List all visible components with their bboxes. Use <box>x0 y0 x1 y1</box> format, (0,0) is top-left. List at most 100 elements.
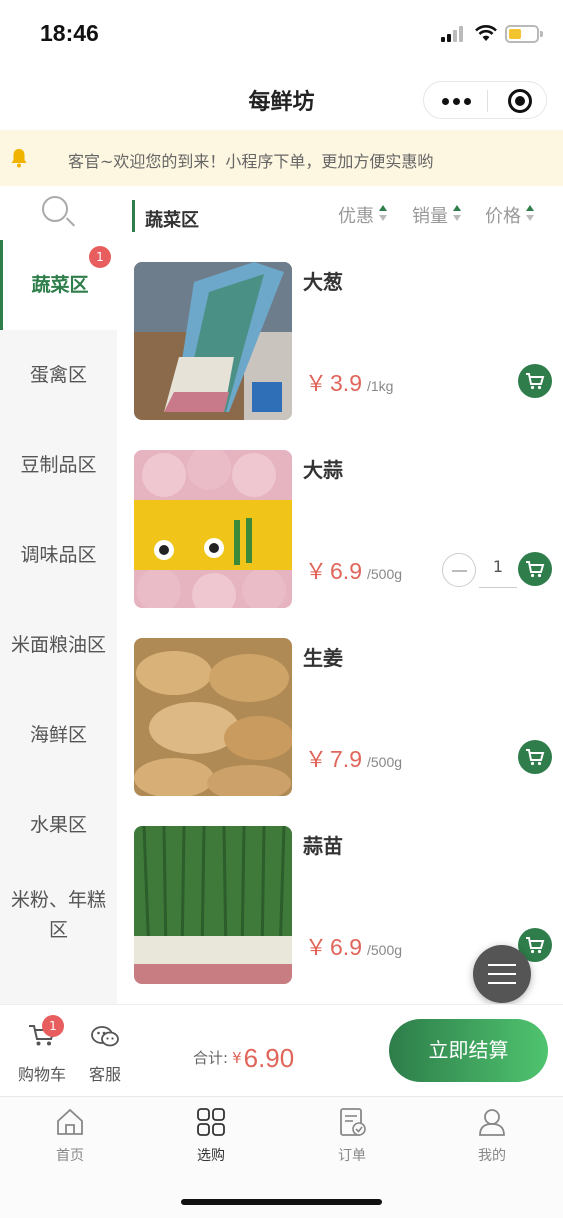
close-target-icon[interactable] <box>508 89 532 113</box>
order-icon <box>340 1108 366 1136</box>
capsule-menu <box>423 81 547 119</box>
currency-symbol: ￥ <box>305 371 328 396</box>
section-title: 蔬菜区 <box>145 210 199 231</box>
price-value: 6.9 <box>330 934 362 960</box>
tab-profile[interactable]: 我的 <box>452 1107 532 1167</box>
sidebar-item-label: 蛋禽区 <box>29 364 87 386</box>
tab-orders[interactable]: 订单 <box>312 1107 392 1167</box>
status-bar: 18:46 <box>0 0 563 68</box>
tab-home[interactable]: 首页 <box>30 1107 110 1167</box>
cart-plus-icon <box>526 373 545 390</box>
currency-symbol: ￥ <box>305 935 328 960</box>
currency-symbol: ￥ <box>305 747 328 772</box>
sort-discount[interactable]: 优惠 <box>338 202 387 228</box>
product-price: ￥ 6.9/500g <box>305 554 402 586</box>
capsule-divider <box>487 90 488 112</box>
grid-icon <box>197 1108 225 1136</box>
sidebar-item-label: 海鲜区 <box>29 724 87 746</box>
tab-label: 订单 <box>338 1148 366 1164</box>
order-total: 合计: ¥6.90 <box>193 1039 295 1073</box>
menu-icon <box>488 964 516 966</box>
product-card[interactable]: 大蒜 ￥ 6.9/500g 1 <box>117 434 563 622</box>
sort-price[interactable]: 价格 <box>485 202 534 228</box>
total-currency: ¥ <box>232 1049 242 1067</box>
sidebar-item-condiments[interactable]: 调味品区 <box>0 510 117 600</box>
section-marker <box>132 200 135 232</box>
cart-plus-icon <box>526 561 545 578</box>
price-unit: /500g <box>367 566 403 582</box>
sidebar-item-label: 蔬菜区 <box>31 274 89 296</box>
signal-icon <box>441 26 467 42</box>
total-label: 合计: <box>193 1049 229 1067</box>
cart-plus-icon <box>526 749 545 766</box>
sidebar-item-label: 米面粮油区 <box>10 634 106 656</box>
product-name: 蒜苗 <box>303 834 343 858</box>
product-card[interactable]: 大葱 ￥ 3.9/1kg <box>117 246 563 434</box>
list-header: 蔬菜区 优惠 销量 价格 <box>117 186 563 246</box>
cart-plus-icon <box>526 937 545 954</box>
product-card[interactable]: 生姜 ￥ 7.9/500g <box>117 622 563 810</box>
status-time: 18:46 <box>40 20 99 46</box>
product-price: ￥ 6.9/500g <box>305 930 402 962</box>
sidebar-item-label: 调味品区 <box>20 544 97 566</box>
tab-label: 选购 <box>197 1148 225 1164</box>
sidebar-item-grain-oil[interactable]: 米面粮油区 <box>0 600 117 690</box>
sort-arrows-icon <box>379 205 387 223</box>
sidebar-item-label: 豆制品区 <box>20 454 97 476</box>
search-icon <box>42 196 68 222</box>
checkout-bar: 1 购物车 客服 合计: ¥6.90 立即结算 <box>0 1004 563 1096</box>
sidebar-item-rice-noodle[interactable]: 米粉、年糕区 <box>0 870 117 960</box>
decrease-quantity-button[interactable] <box>442 553 476 587</box>
product-name: 大葱 <box>303 270 343 294</box>
cart-badge: 1 <box>42 1015 64 1037</box>
home-icon <box>57 1108 83 1135</box>
wifi-icon <box>474 24 498 42</box>
sidebar-item-label: 水果区 <box>29 814 87 836</box>
bell-icon <box>11 149 27 168</box>
sidebar-item-soy[interactable]: 豆制品区 <box>0 420 117 510</box>
user-icon <box>479 1109 505 1136</box>
sidebar-item-vegetables[interactable]: 蔬菜区 1 <box>0 240 117 330</box>
product-image-ginger[interactable] <box>134 638 292 796</box>
product-image-garlic-sprout[interactable] <box>134 826 292 984</box>
sidebar-item-fruit[interactable]: 水果区 <box>0 780 117 870</box>
nav-bar: 每鲜坊 <box>0 68 563 130</box>
add-to-cart-button[interactable] <box>518 552 552 586</box>
sidebar-search[interactable] <box>0 186 117 240</box>
cart-button[interactable]: 1 购物车 <box>14 1015 70 1085</box>
price-unit: /500g <box>367 942 403 958</box>
category-badge: 1 <box>89 246 111 268</box>
sort-sales[interactable]: 销量 <box>412 202 461 228</box>
tab-shop[interactable]: 选购 <box>171 1107 251 1167</box>
checkout-button[interactable]: 立即结算 <box>389 1019 548 1082</box>
home-indicator <box>181 1199 382 1205</box>
category-sidebar: 蔬菜区 1 蛋禽区 豆制品区 调味品区 米面粮油区 海鲜区 水果区 米粉、年糕区 <box>0 186 117 1004</box>
notice-bar: 客官~欢迎您的到来！小程序下单，更加方便实惠哟 <box>0 130 563 186</box>
tab-label: 首页 <box>56 1148 84 1164</box>
tab-label: 我的 <box>478 1148 506 1164</box>
sort-label: 价格 <box>485 206 521 227</box>
customer-service-button[interactable]: 客服 <box>80 1023 130 1085</box>
notice-text: 客官~欢迎您的到来！小程序下单，更加方便实惠哟 <box>68 152 434 171</box>
sort-label: 销量 <box>412 206 448 227</box>
battery-icon <box>505 25 543 43</box>
cart-label: 购物车 <box>17 1065 66 1084</box>
product-price: ￥ 7.9/500g <box>305 742 402 774</box>
sidebar-item-label: 米粉、年糕区 <box>10 889 106 941</box>
currency-symbol: ￥ <box>305 559 328 584</box>
add-to-cart-button[interactable] <box>518 364 552 398</box>
more-icon[interactable] <box>442 98 472 106</box>
product-name: 生姜 <box>303 646 343 670</box>
product-price: ￥ 3.9/1kg <box>305 366 393 398</box>
product-image-garlic[interactable] <box>134 450 292 608</box>
sort-label: 优惠 <box>338 206 374 227</box>
floating-menu-button[interactable] <box>473 945 531 1003</box>
add-to-cart-button[interactable] <box>518 740 552 774</box>
sort-arrows-icon <box>453 205 461 223</box>
sidebar-item-seafood[interactable]: 海鲜区 <box>0 690 117 780</box>
product-image-scallion[interactable] <box>134 262 292 420</box>
quantity-stepper[interactable]: 1 <box>479 552 517 588</box>
price-unit: /500g <box>367 754 403 770</box>
sidebar-item-eggs-poultry[interactable]: 蛋禽区 <box>0 330 117 420</box>
total-amount: 6.90 <box>243 1043 295 1073</box>
